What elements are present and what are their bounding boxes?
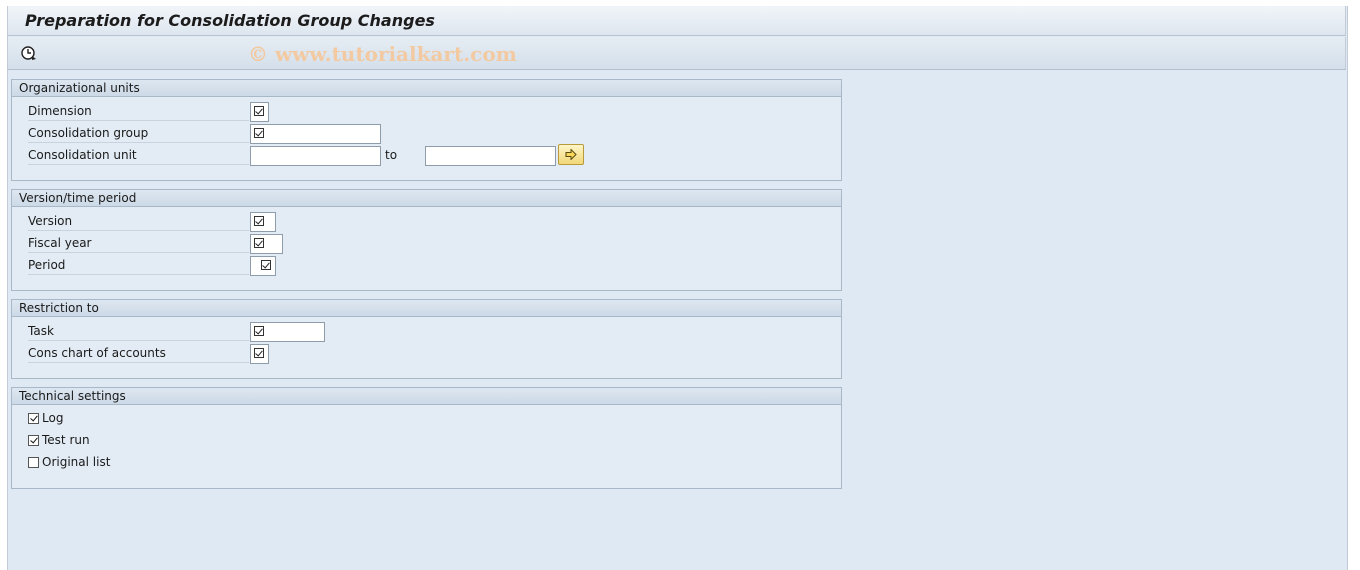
log-checkbox[interactable] <box>28 413 39 424</box>
row-period: Period <box>12 254 841 276</box>
group-header: Organizational units <box>12 80 841 97</box>
cons-group-label: Consolidation group <box>28 124 249 143</box>
multiple-selection-button[interactable] <box>558 144 584 165</box>
application-toolbar: © www.tutorialkart.com <box>7 37 1346 70</box>
row-fiscal-year: Fiscal year <box>12 232 841 254</box>
to-label: to <box>385 148 398 162</box>
cons-unit-label: Consolidation unit <box>28 146 249 165</box>
row-cons-group: Consolidation group <box>12 122 841 144</box>
version-field[interactable] <box>250 212 276 232</box>
original-list-label: Original list <box>42 455 111 469</box>
required-icon <box>261 260 271 270</box>
log-label: Log <box>42 411 64 425</box>
row-log: Log <box>12 410 841 432</box>
task-label: Task <box>28 322 249 341</box>
cons-group-field[interactable] <box>250 124 381 144</box>
fiscal-year-label: Fiscal year <box>28 234 249 253</box>
required-icon <box>254 326 264 336</box>
dimension-field[interactable] <box>250 102 269 122</box>
group-header: Restriction to <box>12 300 841 317</box>
required-icon <box>254 106 264 116</box>
group-header: Version/time period <box>12 190 841 207</box>
title-bar: Preparation for Consolidation Group Chan… <box>7 6 1346 36</box>
group-technical-settings: Technical settings Log Test run Original… <box>11 387 842 489</box>
test-run-checkbox[interactable] <box>28 435 39 446</box>
group-restriction-to: Restriction to Task Cons chart of accoun… <box>11 299 842 379</box>
fiscal-year-field[interactable] <box>250 234 283 254</box>
coa-label: Cons chart of accounts <box>28 344 249 363</box>
group-organizational-units: Organizational units Dimension Consolida… <box>11 79 842 181</box>
dimension-label: Dimension <box>28 102 249 121</box>
arrow-right-icon <box>565 149 577 160</box>
row-original-list: Original list <box>12 454 841 476</box>
original-list-checkbox[interactable] <box>28 457 39 468</box>
row-version: Version <box>12 210 841 232</box>
coa-field[interactable] <box>250 344 269 364</box>
period-field[interactable] <box>250 256 276 276</box>
test-run-label: Test run <box>42 433 90 447</box>
required-icon <box>254 128 264 138</box>
watermark: © www.tutorialkart.com <box>248 42 517 66</box>
required-icon <box>254 348 264 358</box>
required-icon <box>254 216 264 226</box>
cons-unit-from-field[interactable] <box>250 146 381 166</box>
row-test-run: Test run <box>12 432 841 454</box>
required-icon <box>254 238 264 248</box>
version-label: Version <box>28 212 249 231</box>
execute-clock-icon[interactable] <box>20 44 38 62</box>
page-title: Preparation for Consolidation Group Chan… <box>25 11 435 30</box>
task-field[interactable] <box>250 322 325 342</box>
row-dimension: Dimension <box>12 100 841 122</box>
period-label: Period <box>28 256 249 275</box>
group-header: Technical settings <box>12 388 841 405</box>
group-version-time-period: Version/time period Version Fiscal year … <box>11 189 842 291</box>
cons-unit-to-field[interactable] <box>425 146 556 166</box>
row-task: Task <box>12 320 841 342</box>
row-cons-chart-of-accounts: Cons chart of accounts <box>12 342 841 364</box>
row-cons-unit: Consolidation unit to <box>12 144 841 166</box>
